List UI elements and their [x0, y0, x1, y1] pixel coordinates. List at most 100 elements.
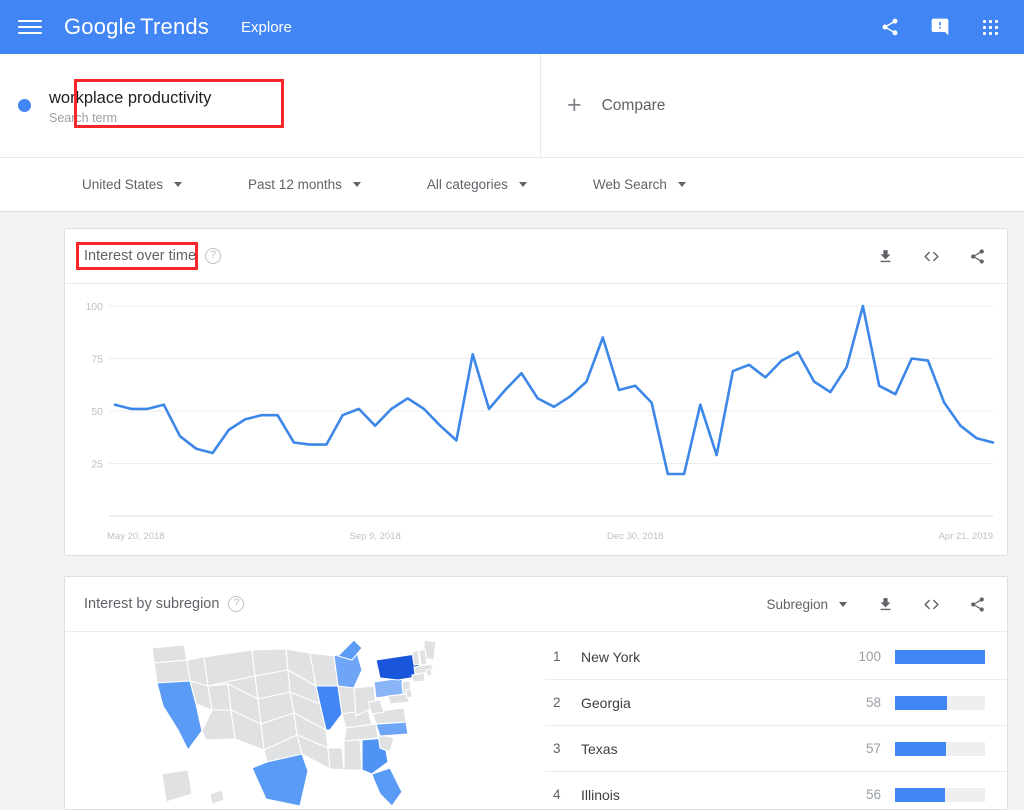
subregion-dropdown[interactable]: Subregion: [766, 597, 847, 612]
download-icon[interactable]: [873, 592, 897, 616]
svg-text:Apr 21, 2019: Apr 21, 2019: [939, 531, 993, 542]
map-state-ak[interactable]: [162, 770, 192, 802]
region-rank: 2: [545, 695, 581, 710]
region-bar-fill: [895, 788, 945, 802]
line-chart-svg: 255075100May 20, 2018Sep 9, 2018Dec 30, …: [65, 284, 1007, 556]
region-row[interactable]: 4Illinois56: [545, 772, 1007, 810]
embed-code-icon[interactable]: [919, 244, 943, 268]
map-state-tx[interactable]: [252, 754, 308, 806]
interest-by-subregion-card: Interest by subregion ? Subregion: [64, 576, 1008, 810]
map-state-or[interactable]: [154, 660, 190, 683]
map-state-hi[interactable]: [210, 790, 224, 804]
brand-trends-text: Trends: [140, 14, 209, 39]
app-bar: GoogleTrends Explore: [0, 0, 1024, 54]
map-state-ms[interactable]: [328, 748, 344, 770]
interest-over-time-title: Interest over time: [84, 248, 196, 264]
region-name: Texas: [581, 741, 839, 757]
region-name: Georgia: [581, 695, 839, 711]
filter-category-label: All categories: [427, 177, 508, 192]
filter-time-range[interactable]: Past 12 months: [248, 177, 361, 192]
brand-logo[interactable]: GoogleTrends: [64, 14, 209, 40]
filter-search-type[interactable]: Web Search: [593, 177, 686, 192]
map-state-ct[interactable]: [412, 673, 425, 682]
interest-over-time-card: Interest over time ? 25 50 75 100 May 20, 20…: [64, 228, 1008, 556]
help-circle-icon[interactable]: ?: [205, 248, 221, 264]
interest-over-time-chart[interactable]: 255075100May 20, 2018Sep 9, 2018Dec 30, …: [65, 284, 1007, 556]
region-bar-fill: [895, 650, 985, 664]
filter-category[interactable]: All categories: [427, 177, 527, 192]
apps-grid-icon[interactable]: [978, 15, 1002, 39]
region-rank-list: 1New York1002Georgia583Texas574Illinois5…: [545, 632, 1007, 810]
search-term-chip[interactable]: workplace productivity Search term: [18, 87, 211, 125]
app-bar-actions: [878, 15, 1002, 39]
map-state-md[interactable]: [388, 694, 409, 704]
hamburger-menu-icon[interactable]: [18, 15, 42, 39]
region-row[interactable]: 1New York100: [545, 634, 1007, 680]
map-state-fl[interactable]: [372, 768, 402, 806]
share-icon[interactable]: [965, 244, 989, 268]
region-rank: 1: [545, 649, 581, 664]
region-value: 100: [839, 649, 881, 664]
map-state-az[interactable]: [202, 710, 235, 740]
map-state-de[interactable]: [406, 689, 412, 698]
filter-bar: United States Past 12 months All categor…: [0, 158, 1024, 212]
region-value: 58: [839, 695, 881, 710]
region-bar-fill: [895, 696, 947, 710]
chevron-down-icon: [353, 182, 361, 187]
search-term-type: Search term: [49, 111, 211, 125]
explore-nav-link[interactable]: Explore: [241, 19, 292, 36]
subregion-dropdown-label: Subregion: [766, 597, 828, 612]
map-state-ri[interactable]: [426, 669, 432, 676]
search-term-cell[interactable]: workplace productivity Search term: [0, 54, 541, 157]
region-rank: 4: [545, 787, 581, 802]
map-state-nh[interactable]: [419, 649, 427, 665]
region-row[interactable]: 2Georgia58: [545, 680, 1007, 726]
region-name: New York: [581, 649, 839, 665]
filter-time-range-label: Past 12 months: [248, 177, 342, 192]
chevron-down-icon: [678, 182, 686, 187]
svg-text:25: 25: [91, 459, 103, 471]
series-color-dot-icon: [18, 99, 31, 112]
region-bar-track: [895, 650, 985, 664]
compare-label: Compare: [602, 97, 666, 115]
interest-by-subregion-actions: Subregion: [766, 592, 989, 616]
share-icon[interactable]: [965, 592, 989, 616]
google-trends-page: GoogleTrends Explore: [0, 0, 1024, 810]
filter-search-type-label: Web Search: [593, 177, 667, 192]
compare-button[interactable]: + Compare: [541, 54, 1024, 157]
region-bar-track: [895, 696, 985, 710]
united-states-choropleth[interactable]: [65, 632, 545, 810]
interest-by-subregion-header: Interest by subregion ? Subregion: [65, 577, 1007, 632]
chevron-down-icon: [174, 182, 182, 187]
svg-text:75: 75: [91, 354, 103, 366]
chevron-down-icon: [839, 602, 847, 607]
filter-location-label: United States: [82, 177, 163, 192]
feedback-icon[interactable]: [928, 15, 952, 39]
plus-icon: +: [567, 93, 582, 118]
region-name: Illinois: [581, 787, 839, 803]
search-term-text: workplace productivity: [49, 87, 211, 109]
map-state-wv[interactable]: [368, 700, 384, 714]
svg-text:May 20, 2018: May 20, 2018: [107, 531, 165, 542]
download-icon[interactable]: [873, 244, 897, 268]
interest-by-subregion-body: 1New York1002Georgia583Texas574Illinois5…: [65, 632, 1007, 810]
map-state-ut[interactable]: [208, 684, 231, 710]
help-circle-icon[interactable]: ?: [228, 596, 244, 612]
svg-text:50: 50: [91, 406, 103, 418]
chevron-down-icon: [519, 182, 527, 187]
us-map-svg: [140, 634, 470, 809]
embed-code-icon[interactable]: [919, 592, 943, 616]
svg-text:100: 100: [85, 301, 103, 313]
region-row[interactable]: 3Texas57: [545, 726, 1007, 772]
map-state-al[interactable]: [344, 740, 362, 770]
region-bar-track: [895, 788, 985, 802]
region-bar-track: [895, 742, 985, 756]
filter-location[interactable]: United States: [82, 177, 182, 192]
search-term-row: workplace productivity Search term + Com…: [0, 54, 1024, 158]
region-value: 57: [839, 741, 881, 756]
region-bar-fill: [895, 742, 946, 756]
region-rank: 3: [545, 741, 581, 756]
svg-text:Sep 9, 2018: Sep 9, 2018: [350, 531, 401, 542]
region-value: 56: [839, 787, 881, 802]
share-icon[interactable]: [878, 15, 902, 39]
